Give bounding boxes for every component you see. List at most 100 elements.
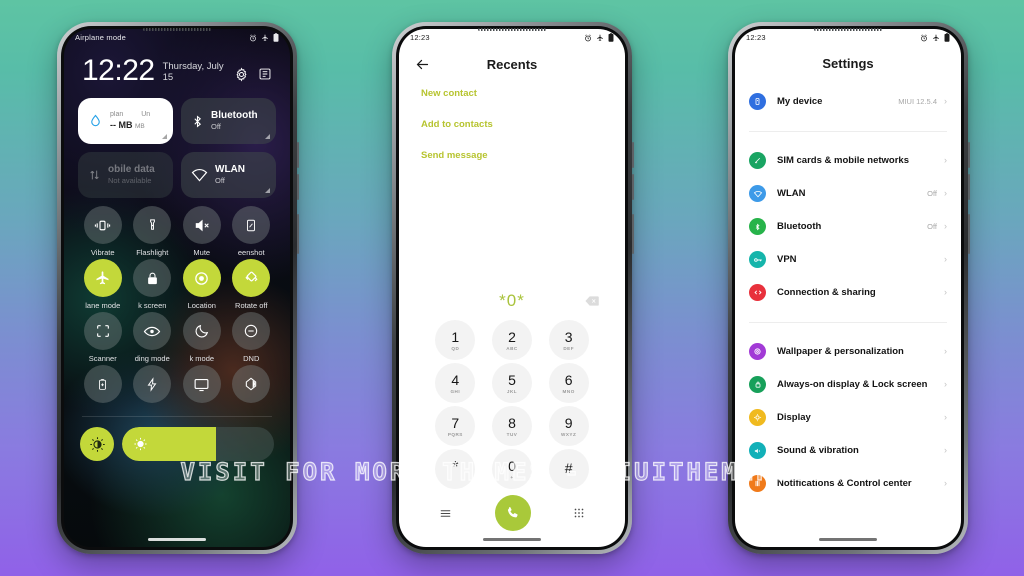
auto-brightness-button[interactable] xyxy=(80,427,114,461)
airplane-icon xyxy=(597,34,603,41)
tile-plan-amount: -- MB xyxy=(110,120,133,131)
toggle-label: ding mode xyxy=(134,354,170,363)
wallpaper-icon xyxy=(749,343,766,360)
tile-expand-corner[interactable] xyxy=(265,188,270,193)
airplane-icon xyxy=(933,34,939,41)
chevron-right-icon: › xyxy=(944,287,947,297)
toggle-dnd[interactable]: DND xyxy=(227,312,277,363)
toggle-scanner[interactable]: Scanner xyxy=(78,312,128,363)
page-title: Recents xyxy=(486,56,538,72)
toggle-battery-saver[interactable] xyxy=(78,365,128,407)
menu-icon[interactable] xyxy=(439,507,452,520)
key-4[interactable]: 4 GHI xyxy=(435,363,476,403)
battery-icon xyxy=(944,33,950,42)
status-time: 12:23 xyxy=(410,33,430,42)
link-send-message[interactable]: Send message xyxy=(421,150,603,161)
settings-row-notifications[interactable]: Notifications & Control center › xyxy=(749,467,947,500)
toggle-rotate[interactable]: Rotate off xyxy=(227,259,277,310)
key-number: 4 xyxy=(451,371,460,388)
wifi-icon xyxy=(191,168,208,182)
toggle-label: eenshot xyxy=(237,248,265,257)
volume-down-button[interactable] xyxy=(632,174,634,200)
tile-mobile-data[interactable]: obile data Not available xyxy=(78,152,173,198)
settings-row-bluetooth[interactable]: Bluetooth Off › xyxy=(749,210,947,243)
key-star[interactable]: * xyxy=(435,449,476,489)
volume-up-button[interactable] xyxy=(297,142,299,168)
settings-gear-icon[interactable] xyxy=(234,67,249,82)
toggle-label: lane mode xyxy=(85,301,121,310)
control-center-screen: Airplane mode 12:22 Thursday, July 15 pl… xyxy=(64,29,290,547)
toggle-cast[interactable] xyxy=(177,365,227,407)
settings-row-sim-cards[interactable]: SIM cards & mobile networks › xyxy=(749,144,947,177)
toggle-contrast[interactable] xyxy=(227,365,277,407)
key-2[interactable]: 2 ABC xyxy=(491,320,532,360)
toggle-flashlight[interactable]: Flashlight xyxy=(128,206,178,257)
settings-row-vpn[interactable]: VPN › xyxy=(749,243,947,276)
key-9[interactable]: 9 WXYZ xyxy=(548,406,589,446)
tile-wlan[interactable]: WLAN Off xyxy=(181,152,276,198)
key-8[interactable]: 8 TUV xyxy=(491,406,532,446)
volume-down-button[interactable] xyxy=(297,174,299,200)
toggle-airplane-mode[interactable]: lane mode xyxy=(78,259,128,310)
chevron-right-icon: › xyxy=(944,96,947,106)
toggle-screenshot[interactable]: eenshot xyxy=(227,206,277,257)
settings-row-connection-sharing[interactable]: Connection & sharing › xyxy=(749,276,947,309)
key-letters: JKL xyxy=(506,388,518,394)
key-0[interactable]: 0 + xyxy=(491,449,532,489)
data-drop-icon xyxy=(91,114,100,127)
key-5[interactable]: 5 JKL xyxy=(491,363,532,403)
keypad-icon[interactable] xyxy=(573,507,585,519)
key-1[interactable]: 1 QD xyxy=(435,320,476,360)
settings-row-display[interactable]: Display › xyxy=(749,401,947,434)
key-number: * xyxy=(452,459,459,476)
settings-list: My device MIUI 12.5.4 › SIM cards & mobi… xyxy=(735,85,961,547)
toggle-lock-screen[interactable]: k screen xyxy=(128,259,178,310)
key-number: 5 xyxy=(508,371,516,388)
key-letters: ABC xyxy=(506,345,518,351)
tile-data-plan[interactable]: plan Un -- MB MB xyxy=(78,98,173,144)
dialer-header: Recents xyxy=(399,46,625,76)
power-button[interactable] xyxy=(297,214,299,254)
key-6[interactable]: 6 MNO xyxy=(548,363,589,403)
settings-row-my-device[interactable]: My device MIUI 12.5.4 › xyxy=(749,85,947,118)
toggle-location[interactable]: Location xyxy=(177,259,227,310)
link-add-to-contacts[interactable]: Add to contacts xyxy=(421,119,603,130)
home-indicator[interactable] xyxy=(483,538,541,541)
backspace-icon[interactable] xyxy=(585,296,599,307)
power-button[interactable] xyxy=(632,214,634,254)
tile-wlan-title: WLAN xyxy=(215,164,245,176)
toggle-flash-charge[interactable] xyxy=(128,365,178,407)
tile-expand-corner[interactable] xyxy=(265,134,270,139)
volume-down-button[interactable] xyxy=(968,174,970,200)
page-title: Settings xyxy=(822,56,874,71)
volume-up-button[interactable] xyxy=(632,142,634,168)
toggle-dark-mode[interactable]: k mode xyxy=(177,312,227,363)
key-7[interactable]: 7 PQRS xyxy=(435,406,476,446)
lock-icon xyxy=(749,376,766,393)
volume-up-button[interactable] xyxy=(968,142,970,168)
flashlight-icon xyxy=(149,218,155,230)
toggle-reading-mode[interactable]: ding mode xyxy=(128,312,178,363)
tile-expand-corner[interactable] xyxy=(162,134,167,139)
key-number: 8 xyxy=(508,414,516,431)
brightness-slider[interactable] xyxy=(122,427,274,461)
earpiece-speaker xyxy=(478,28,546,31)
settings-row-wallpaper[interactable]: Wallpaper & personalization › xyxy=(749,335,947,368)
notes-icon[interactable] xyxy=(258,67,272,81)
toggle-mute[interactable]: Mute xyxy=(177,206,227,257)
home-indicator[interactable] xyxy=(819,538,877,541)
power-button[interactable] xyxy=(968,214,970,254)
settings-row-sound-vibration[interactable]: Sound & vibration › xyxy=(749,434,947,467)
home-indicator[interactable] xyxy=(148,538,206,541)
back-arrow-icon[interactable] xyxy=(415,57,430,72)
settings-row-aod-lock-screen[interactable]: Always-on display & Lock screen › xyxy=(749,368,947,401)
key-hash[interactable]: # xyxy=(548,449,589,489)
toggle-vibrate[interactable]: Vibrate xyxy=(78,206,128,257)
alarm-icon xyxy=(921,34,927,41)
tile-bluetooth[interactable]: Bluetooth Off xyxy=(181,98,276,144)
key-3[interactable]: 3 DEF xyxy=(548,320,589,360)
vpn-key-icon xyxy=(749,251,766,268)
call-button[interactable] xyxy=(494,495,531,531)
link-new-contact[interactable]: New contact xyxy=(421,88,603,99)
settings-row-wlan[interactable]: WLAN Off › xyxy=(749,177,947,210)
